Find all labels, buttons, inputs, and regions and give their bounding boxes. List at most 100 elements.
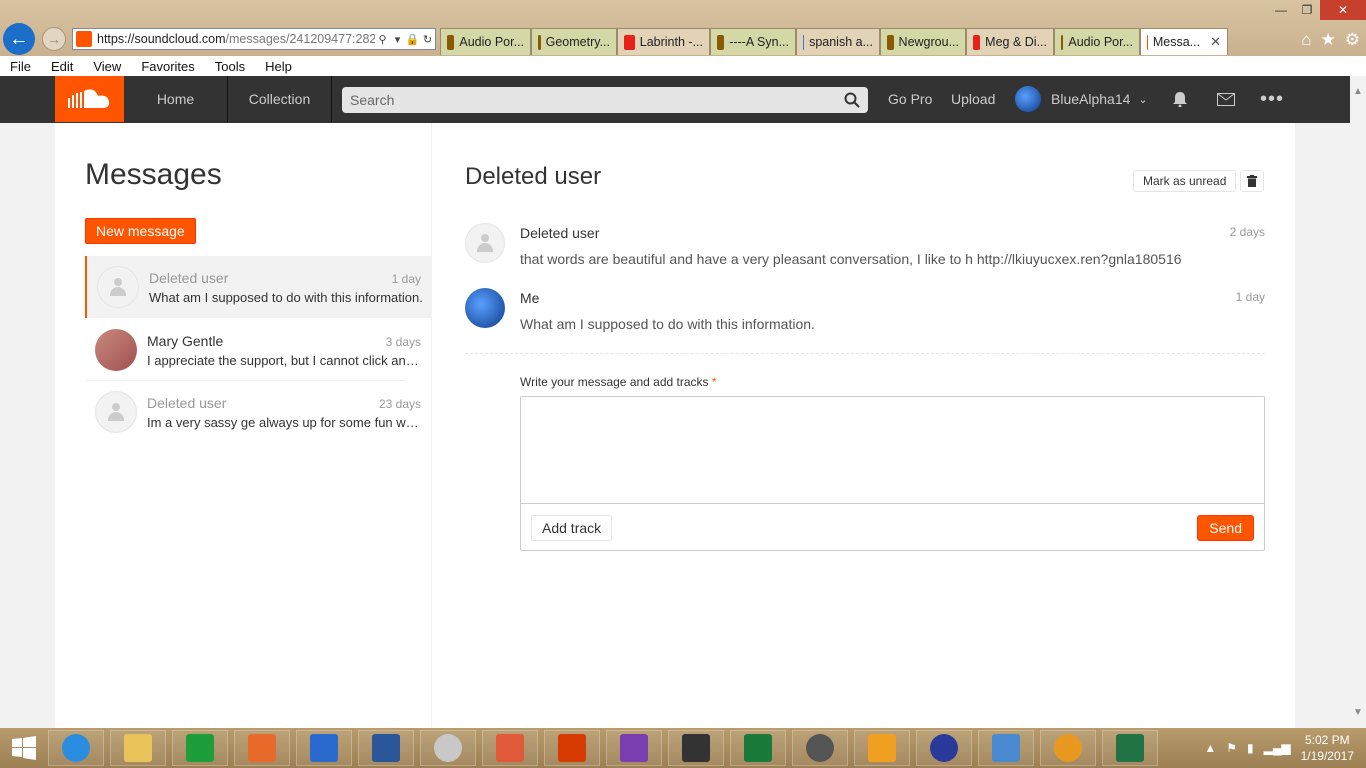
browser-tab[interactable]: Labrinth -... — [617, 28, 710, 55]
soundcloud-logo[interactable] — [55, 76, 124, 122]
lock-icon[interactable]: 🔒 — [405, 33, 420, 46]
thread-time: 1 day — [391, 272, 421, 286]
taskbar-app3-icon[interactable] — [730, 730, 786, 766]
tray-signal-icon[interactable]: ▂▄▆ — [1264, 741, 1291, 755]
menu-item-edit[interactable]: Edit — [41, 59, 83, 74]
taskbar-word-icon[interactable] — [358, 730, 414, 766]
minimize-icon[interactable]: — — [1268, 0, 1294, 20]
page-title: Messages — [85, 158, 222, 191]
browser-tab[interactable]: Audio Por... — [1054, 28, 1140, 55]
taskbar-app-icon[interactable] — [234, 730, 290, 766]
user-menu[interactable]: BlueAlpha14 ⌄ — [1015, 76, 1148, 122]
address-bar[interactable]: https://soundcloud.com/messages/24120947… — [72, 28, 436, 50]
scroll-up-icon[interactable]: ▲ — [1353, 86, 1363, 97]
message-body: that words are beautiful and have a very… — [520, 251, 1182, 267]
cloud-icon — [67, 89, 109, 108]
tray-power-icon[interactable]: ▮ — [1247, 741, 1254, 755]
favorites-star-icon[interactable]: ★ — [1321, 30, 1336, 50]
taskbar-media-icon[interactable] — [296, 730, 352, 766]
avatar — [95, 329, 137, 371]
taskbar-store-icon[interactable] — [172, 730, 228, 766]
new-message-button[interactable]: New message — [85, 218, 196, 244]
go-pro-link[interactable]: Go Pro — [888, 76, 932, 122]
start-button[interactable] — [0, 728, 48, 768]
browser-tab[interactable]: Audio Por... — [440, 28, 531, 55]
refresh-icon[interactable]: ↻ — [420, 33, 435, 46]
close-window-icon[interactable]: ✕ — [1320, 0, 1366, 20]
soundcloud-header: Home Collection Search Go Pro Upload Blu… — [0, 76, 1366, 123]
system-clock[interactable]: 5:02 PM 1/19/2017 — [1301, 732, 1354, 764]
taskbar-ie-icon[interactable] — [48, 730, 104, 766]
nav-home[interactable]: Home — [124, 76, 228, 122]
bell-icon[interactable] — [1168, 76, 1192, 122]
taskbar-excel-icon[interactable] — [1102, 730, 1158, 766]
restore-icon[interactable]: ❐ — [1294, 0, 1320, 20]
home-icon[interactable]: ⌂ — [1301, 30, 1311, 50]
address-url[interactable]: https://soundcloud.com/messages/24120947… — [97, 32, 375, 46]
youtube-icon — [624, 34, 635, 50]
taskbar-app4-icon[interactable] — [792, 730, 848, 766]
browser-tab[interactable]: Geometry... — [531, 28, 617, 55]
taskbar-game-icon[interactable] — [482, 730, 538, 766]
browser-tab[interactable]: Messa... ✕ — [1140, 28, 1228, 55]
message-sender[interactable]: Me — [520, 290, 539, 306]
browser-tab[interactable]: Meg & Di... — [966, 28, 1054, 55]
menu-item-favorites[interactable]: Favorites — [131, 59, 204, 74]
taskbar-puzzle-icon[interactable] — [668, 730, 724, 766]
windows-logo-icon — [12, 736, 36, 760]
taskbar-paint-icon[interactable] — [420, 730, 476, 766]
back-button[interactable]: ← — [3, 23, 35, 55]
forward-button[interactable]: → — [42, 27, 66, 51]
tray-arrow-icon[interactable]: ▲ — [1204, 741, 1216, 755]
menu-item-file[interactable]: File — [0, 59, 41, 74]
nav-collection[interactable]: Collection — [228, 76, 332, 122]
tab-label: Messa... — [1152, 35, 1201, 49]
upload-link[interactable]: Upload — [951, 76, 995, 122]
tray-flag-icon[interactable]: ⚑ — [1226, 741, 1237, 755]
newgrounds-icon — [717, 34, 725, 50]
send-button[interactable]: Send — [1197, 515, 1254, 541]
taskbar-fl-icon[interactable] — [1040, 730, 1096, 766]
scroll-down-icon[interactable]: ▼ — [1353, 707, 1363, 718]
tab-label: Labrinth -... — [639, 35, 703, 49]
taskbar-onenote-icon[interactable] — [606, 730, 662, 766]
taskbar-app2-icon[interactable] — [544, 730, 600, 766]
message-sender[interactable]: Deleted user — [520, 225, 599, 241]
gear-icon[interactable]: ⚙ — [1345, 30, 1360, 50]
scrollbar[interactable]: ▲ ▼ — [1350, 76, 1366, 728]
thread-item[interactable]: Mary Gentle 3 days I appreciate the supp… — [85, 319, 431, 381]
message-time: 2 days — [1229, 225, 1265, 239]
taskbar: ▲ ⚑ ▮ ▂▄▆ 5:02 PM 1/19/2017 — [0, 728, 1366, 768]
search-icon[interactable]: ⚲ — [375, 33, 390, 46]
browser-tab[interactable]: spanish a... — [796, 28, 880, 55]
browser-tab[interactable]: ----A Syn... — [710, 28, 796, 55]
divider — [465, 353, 1265, 354]
search-input[interactable]: Search — [342, 87, 868, 113]
taskbar-audio-icon[interactable] — [916, 730, 972, 766]
taskbar-photos-icon[interactable] — [978, 730, 1034, 766]
menu-item-view[interactable]: View — [83, 59, 131, 74]
thread-item[interactable]: Deleted user 23 days Im a very sassy ge … — [85, 381, 431, 443]
menu-item-help[interactable]: Help — [255, 59, 302, 74]
avatar — [465, 288, 505, 328]
close-tab-icon[interactable]: ✕ — [1210, 34, 1221, 50]
delete-button[interactable] — [1240, 170, 1264, 192]
more-icon[interactable]: ••• — [1258, 76, 1286, 122]
taskbar-video-icon[interactable] — [854, 730, 910, 766]
browser-tab[interactable]: Newgrou... — [880, 28, 966, 55]
mail-icon[interactable] — [1214, 76, 1238, 122]
thread-preview: Im a very sassy ge always up for some fu… — [147, 415, 421, 430]
mark-unread-button[interactable]: Mark as unread — [1133, 170, 1237, 192]
taskbar-explorer-icon[interactable] — [110, 730, 166, 766]
user-placeholder-icon — [107, 403, 125, 421]
thread-item[interactable]: Deleted user 1 day What am I supposed to… — [85, 256, 431, 318]
add-track-button[interactable]: Add track — [531, 515, 613, 541]
message-input[interactable] — [521, 397, 1264, 504]
username: BlueAlpha14 — [1051, 91, 1131, 107]
thread-time: 23 days — [378, 397, 421, 411]
menu-item-tools[interactable]: Tools — [205, 59, 255, 74]
newgrounds-icon — [1061, 34, 1064, 50]
window-controls: — ❐ ✕ — [1268, 0, 1366, 22]
search-icon[interactable] — [844, 92, 860, 108]
dropdown-icon[interactable]: ▾ — [390, 33, 405, 46]
